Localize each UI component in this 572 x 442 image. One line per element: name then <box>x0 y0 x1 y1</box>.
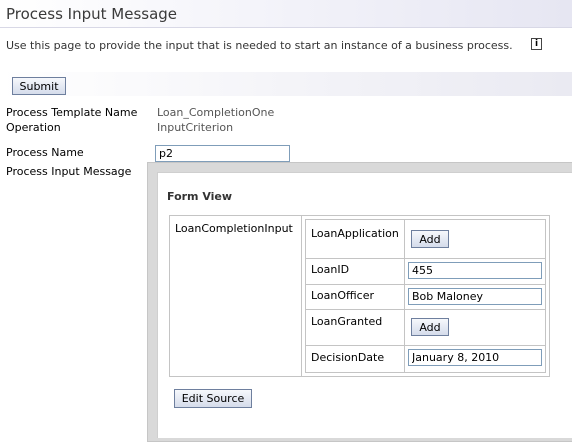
table-border-right <box>549 215 550 377</box>
process-name-label: Process Name <box>6 146 84 159</box>
row-divider <box>305 258 546 259</box>
loanofficer-input[interactable] <box>408 288 542 305</box>
table-border-left <box>169 215 170 377</box>
template-name-value: Loan_CompletionOne <box>157 106 275 119</box>
inner-border-right <box>545 219 546 373</box>
row-divider <box>305 284 546 285</box>
operation-label: Operation <box>6 121 61 134</box>
add-loangranted-button[interactable]: Add <box>411 318 449 336</box>
page-description: Use this page to provide the input that … <box>6 39 513 52</box>
row-divider <box>305 345 546 346</box>
inner-column-divider <box>404 219 405 373</box>
form-view-title: Form View <box>167 190 233 203</box>
table-border-top <box>169 215 549 216</box>
submit-button[interactable]: Submit <box>12 77 66 95</box>
root-element-label: LoanCompletionInput <box>175 222 293 235</box>
process-name-input[interactable] <box>155 145 290 162</box>
inner-border-left <box>305 219 306 373</box>
add-loanapplication-button[interactable]: Add <box>411 230 449 248</box>
field-label-decisiondate: DecisionDate <box>311 351 385 364</box>
info-icon[interactable]: i <box>531 38 542 50</box>
process-input-message-label: Process Input Message <box>6 165 132 178</box>
table-border-bottom <box>169 376 549 377</box>
inner-border-top <box>305 219 546 220</box>
page-title: Process Input Message <box>6 5 178 23</box>
field-label-loanofficer: LoanOfficer <box>311 289 375 302</box>
decisiondate-input[interactable] <box>408 349 542 366</box>
table-divider <box>301 215 302 377</box>
template-name-label: Process Template Name <box>6 106 138 119</box>
toolbar <box>0 72 572 96</box>
field-label-loangranted: LoanGranted <box>311 315 383 328</box>
edit-source-button[interactable]: Edit Source <box>174 389 252 408</box>
field-label-loanapplication: LoanApplication <box>311 227 399 240</box>
row-divider <box>305 309 546 310</box>
operation-value: InputCriterion <box>157 121 234 134</box>
field-label-loanid: LoanID <box>311 263 350 276</box>
loanid-input[interactable] <box>408 262 542 279</box>
inner-border-bottom <box>305 372 546 373</box>
